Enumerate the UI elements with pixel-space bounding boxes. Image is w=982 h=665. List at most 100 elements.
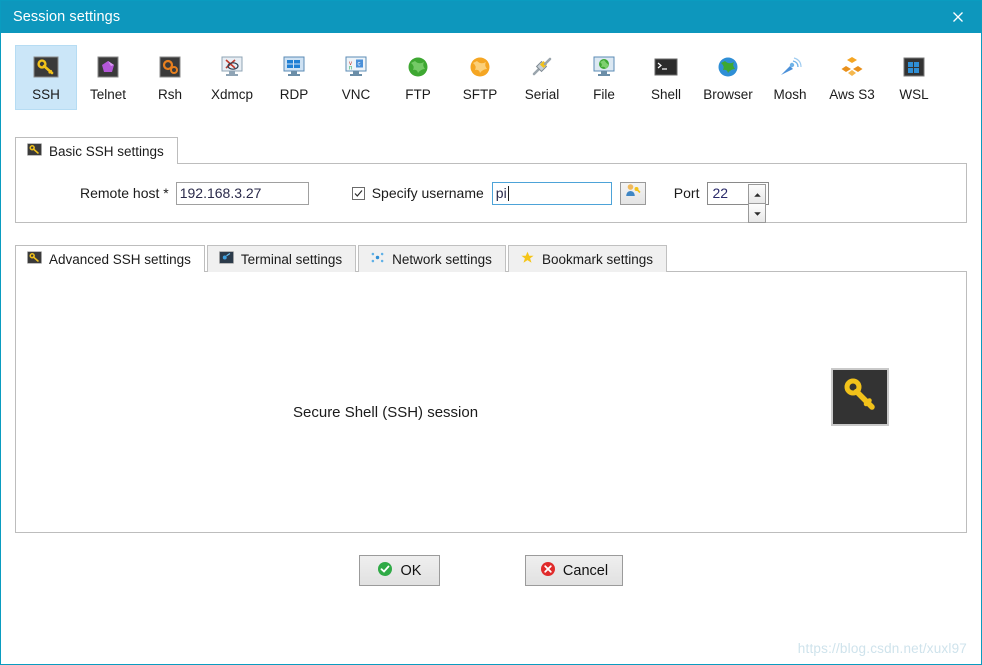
cancel-label: Cancel xyxy=(562,562,609,579)
chevron-up-icon xyxy=(753,185,762,203)
protocol-ftp[interactable]: FTP xyxy=(387,45,449,110)
tab-bookmark-settings[interactable]: Bookmark settings xyxy=(507,245,667,272)
protocol-vnc[interactable]: v n c VNC xyxy=(325,45,387,110)
protocol-aws-s3[interactable]: Aws S3 xyxy=(821,45,883,110)
star-icon xyxy=(520,250,535,268)
checkbox-box xyxy=(351,186,365,200)
remote-host-value: 192.168.3.27 xyxy=(179,185,262,201)
tab-label: Basic SSH settings xyxy=(49,143,164,159)
specify-username-checkbox[interactable]: Specify username xyxy=(351,185,484,201)
xdmcp-icon xyxy=(219,54,245,80)
rsh-gears-icon xyxy=(157,54,183,80)
username-input[interactable]: pi xyxy=(491,181,612,205)
protocol-label: Aws S3 xyxy=(829,87,875,102)
sftp-globe-icon xyxy=(467,54,493,80)
basic-settings-panel: Remote host * 192.168.3.27 Specify usern… xyxy=(15,163,967,223)
remote-host-input[interactable]: 192.168.3.27 xyxy=(175,181,309,205)
cancel-button[interactable]: Cancel xyxy=(524,555,624,586)
tab-network-settings[interactable]: Network settings xyxy=(358,245,506,272)
dialog-footer: OK Cancel xyxy=(15,555,967,586)
page-title: Session settings xyxy=(13,9,121,25)
basic-ssh-group: Basic SSH settings Remote host * 192.168… xyxy=(15,137,967,223)
tab-advanced-ssh-settings[interactable]: Advanced SSH settings xyxy=(15,245,205,273)
port-stepper[interactable]: 22 xyxy=(707,181,770,223)
protocol-label: Serial xyxy=(524,87,560,102)
network-dots-icon xyxy=(370,250,385,268)
username-value: pi xyxy=(495,185,507,201)
port-spin-buttons xyxy=(748,183,767,223)
vnc-monitor-icon: v n c xyxy=(343,54,369,80)
protocol-label: Shell xyxy=(650,87,682,102)
lower-tab-strip: Advanced SSH settings Terminal settings xyxy=(15,245,967,273)
tab-label: Network settings xyxy=(392,251,492,267)
tab-label: Bookmark settings xyxy=(541,251,653,267)
svg-text:n: n xyxy=(349,66,352,72)
protocol-label: FTP xyxy=(405,87,431,102)
mosh-dish-icon xyxy=(777,54,803,80)
close-button[interactable] xyxy=(935,1,981,33)
serial-plug-icon xyxy=(529,54,555,80)
specify-username-label: Specify username xyxy=(371,185,484,201)
protocol-rdp[interactable]: RDP xyxy=(263,45,325,110)
remote-host-label: Remote host * xyxy=(80,185,169,201)
aws-s3-icon xyxy=(839,54,865,80)
text-caret xyxy=(507,185,509,201)
protocol-xdmcp[interactable]: Xdmcp xyxy=(201,45,263,110)
protocol-label: Rsh xyxy=(157,87,182,102)
ok-label: OK xyxy=(400,562,422,579)
port-value: 22 xyxy=(712,185,729,201)
browser-globe-icon xyxy=(715,54,741,80)
protocol-shell[interactable]: Shell xyxy=(635,45,697,110)
session-description: Secure Shell (SSH) session xyxy=(293,404,479,421)
ok-button[interactable]: OK xyxy=(358,555,440,586)
advanced-settings-group: Advanced SSH settings Terminal settings xyxy=(15,245,967,586)
protocol-serial[interactable]: Serial xyxy=(511,45,573,110)
protocol-label: Mosh xyxy=(773,87,807,102)
ssh-key-illustration xyxy=(831,368,889,426)
protocol-label: RDP xyxy=(279,87,309,102)
tab-terminal-settings[interactable]: Terminal settings xyxy=(206,245,357,272)
telnet-icon xyxy=(95,54,121,80)
chevron-down-icon xyxy=(753,204,762,222)
rdp-monitor-icon xyxy=(281,54,307,80)
protocol-label: Browser xyxy=(703,87,753,102)
protocol-wsl[interactable]: WSL xyxy=(883,45,945,110)
ftp-globe-icon xyxy=(405,54,431,80)
tab-label: Advanced SSH settings xyxy=(49,251,191,267)
wsl-windows-icon xyxy=(901,54,927,80)
session-settings-dialog: Session settings SSH Telnet Rsh Xdmcp RD… xyxy=(0,0,982,665)
select-user-button[interactable] xyxy=(619,181,646,205)
ssh-key-icon xyxy=(839,374,881,421)
ssh-key-icon xyxy=(33,54,59,80)
protocol-browser[interactable]: Browser xyxy=(697,45,759,110)
protocol-toolbar: SSH Telnet Rsh Xdmcp RDP v n c VNC FTP S… xyxy=(1,33,981,119)
protocol-telnet[interactable]: Telnet xyxy=(77,45,139,110)
protocol-label: VNC xyxy=(341,87,371,102)
protocol-label: SFTP xyxy=(462,87,498,102)
check-icon xyxy=(354,189,363,197)
port-increment-button[interactable] xyxy=(748,183,767,204)
terminal-icon xyxy=(219,250,234,268)
protocol-mosh[interactable]: Mosh xyxy=(759,45,821,110)
protocol-rsh[interactable]: Rsh xyxy=(139,45,201,110)
protocol-label: WSL xyxy=(899,87,929,102)
user-key-icon xyxy=(624,182,641,204)
protocol-label: File xyxy=(593,87,615,102)
protocol-file[interactable]: File xyxy=(573,45,635,110)
advanced-settings-panel: Secure Shell (SSH) session xyxy=(15,271,967,533)
port-label: Port xyxy=(673,185,700,201)
ssh-key-icon xyxy=(27,250,42,268)
protocol-ssh[interactable]: SSH xyxy=(15,45,77,110)
check-circle-icon xyxy=(377,561,393,581)
basic-tab-strip: Basic SSH settings xyxy=(15,137,967,165)
protocol-label: Telnet xyxy=(89,87,127,102)
port-decrement-button[interactable] xyxy=(748,203,767,223)
shell-term-icon xyxy=(653,54,679,80)
watermark: https://blog.csdn.net/xuxl97 xyxy=(797,641,967,656)
protocol-sftp[interactable]: SFTP xyxy=(449,45,511,110)
file-monitor-icon xyxy=(591,54,617,80)
svg-text:c: c xyxy=(358,62,361,68)
close-icon xyxy=(950,9,966,25)
protocol-label: SSH xyxy=(32,87,60,102)
tab-basic-ssh-settings[interactable]: Basic SSH settings xyxy=(15,137,178,165)
